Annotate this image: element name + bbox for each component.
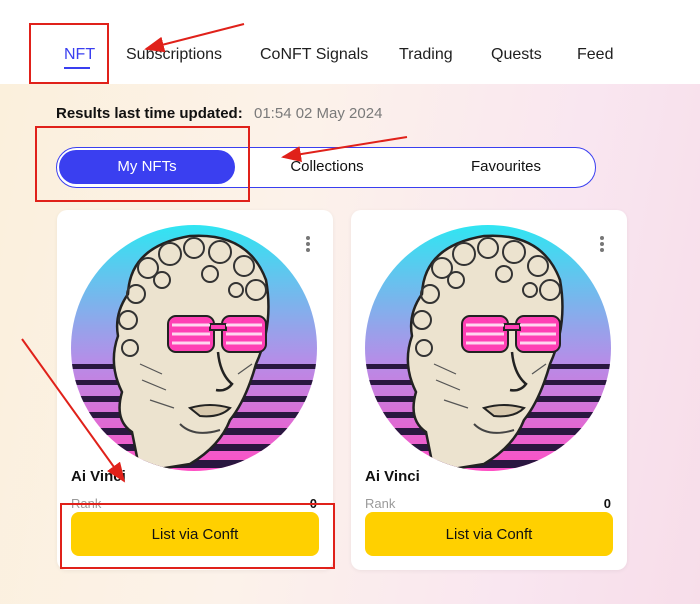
nft-card[interactable]: Ai Vinci Rank 0 List via Conft bbox=[57, 210, 333, 570]
updated-timestamp: 01:54 02 May 2024 bbox=[254, 105, 383, 122]
list-via-conft-button[interactable]: List via Conft bbox=[71, 512, 319, 556]
segment-collections[interactable]: Collections bbox=[237, 148, 417, 186]
active-tab-underline bbox=[64, 67, 90, 69]
nft-view-switcher: My NFTs Collections Favourites bbox=[56, 147, 596, 188]
nft-card[interactable]: Ai Vinci Rank 0 List via Conft bbox=[351, 210, 627, 570]
rank-label: Rank bbox=[365, 496, 396, 511]
segment-my-nfts[interactable]: My NFTs bbox=[59, 150, 235, 184]
rank-value: 0 bbox=[603, 496, 611, 511]
tab-quests[interactable]: Quests bbox=[491, 46, 542, 64]
tab-feed[interactable]: Feed bbox=[577, 46, 613, 64]
top-nav-bar: NFT Subscriptions CoNFT Signals Trading … bbox=[0, 0, 700, 84]
tab-trading[interactable]: Trading bbox=[399, 46, 453, 64]
nft-image bbox=[365, 225, 611, 471]
segment-favourites[interactable]: Favourites bbox=[417, 148, 595, 186]
rank-value: 0 bbox=[309, 496, 317, 511]
tab-subscriptions[interactable]: Subscriptions bbox=[126, 46, 222, 64]
nft-image bbox=[71, 225, 317, 471]
nav-tabs: NFT Subscriptions CoNFT Signals Trading … bbox=[0, 0, 700, 84]
nft-name: Ai Vinci bbox=[71, 468, 126, 485]
updated-label: Results last time updated: bbox=[56, 105, 243, 122]
tab-nft[interactable]: NFT bbox=[64, 46, 95, 64]
list-via-conft-button[interactable]: List via Conft bbox=[365, 512, 613, 556]
rank-label: Rank bbox=[71, 496, 102, 511]
nft-name: Ai Vinci bbox=[365, 468, 420, 485]
tab-conft-signals[interactable]: CoNFT Signals bbox=[260, 46, 368, 64]
